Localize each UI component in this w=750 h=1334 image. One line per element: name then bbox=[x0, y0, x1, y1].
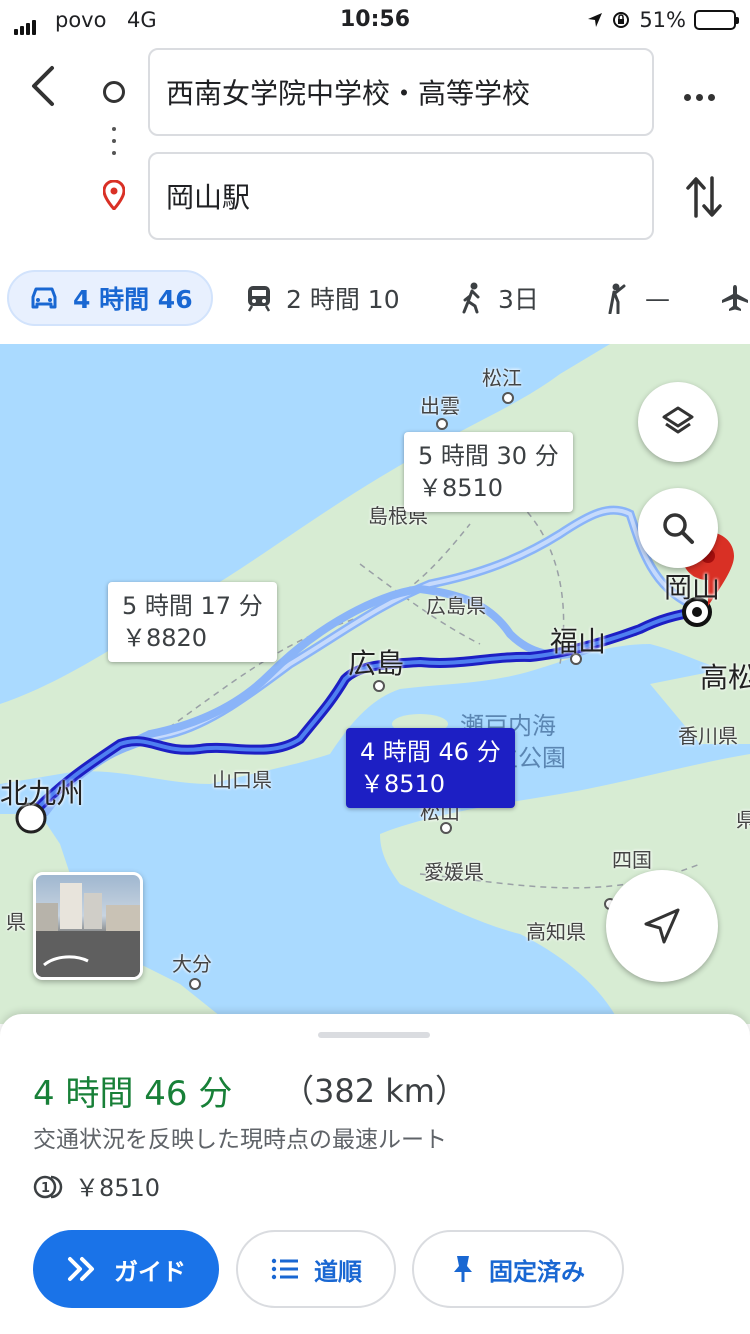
map-label-hiroshima: 広島 bbox=[348, 647, 405, 680]
guide-button-label: ガイド bbox=[114, 1257, 186, 1286]
origin-dot-icon bbox=[103, 81, 125, 103]
location-arrow-icon bbox=[588, 13, 603, 27]
svg-text:1: 1 bbox=[41, 1181, 50, 1196]
ride-icon bbox=[608, 283, 626, 314]
guide-button[interactable]: ガイド bbox=[33, 1230, 219, 1308]
steps-button[interactable]: 道順 bbox=[236, 1230, 396, 1308]
route-callout-middle[interactable]: 5 時間 17 分 ￥8820 bbox=[108, 582, 277, 662]
route-callout-north[interactable]: 5 時間 30 分 ￥8510 bbox=[404, 432, 573, 512]
more-options-button[interactable] bbox=[684, 86, 720, 105]
route-callout-middle-time: 5 時間 17 分 bbox=[122, 592, 263, 620]
walk-icon bbox=[462, 282, 480, 314]
route-callout-north-time: 5 時間 30 分 bbox=[418, 442, 559, 470]
battery-percent: 51% bbox=[639, 8, 686, 32]
street-view-image bbox=[36, 883, 140, 977]
map-label-okayama: 岡山 bbox=[664, 571, 721, 604]
pinned-button-label: 固定済み bbox=[489, 1257, 585, 1286]
swap-icon[interactable] bbox=[684, 174, 724, 220]
toll-amount: ￥8510 bbox=[75, 1174, 161, 1202]
map-label-shikoku: 四国 bbox=[612, 848, 652, 872]
toll-icon: 1 bbox=[33, 1175, 63, 1198]
search-icon bbox=[663, 513, 694, 544]
route-callout-north-toll: ￥8510 bbox=[418, 474, 504, 502]
tab-walking-label: 3日 bbox=[498, 285, 539, 314]
layers-button[interactable] bbox=[638, 382, 718, 462]
plane-icon bbox=[722, 285, 748, 311]
destination-pin-icon bbox=[103, 180, 125, 210]
origin-input[interactable]: 西南女学院中学校・高等学校 bbox=[148, 48, 654, 136]
map-label-oita: 大分 bbox=[172, 952, 212, 976]
route-callout-selected-time: 4 時間 46 分 bbox=[360, 738, 501, 766]
back-button[interactable] bbox=[26, 64, 66, 112]
navigation-arrow-icon bbox=[644, 908, 680, 944]
map-label-kitakyushu: 北九州 bbox=[0, 777, 85, 810]
tab-driving[interactable]: 4 時間 46 bbox=[7, 270, 213, 326]
sheet-drag-handle[interactable] bbox=[318, 1032, 430, 1038]
navigate-button[interactable] bbox=[606, 870, 718, 982]
tab-driving-label: 4 時間 46 bbox=[73, 285, 193, 314]
tab-ride-label: — bbox=[645, 283, 670, 313]
route-distance: （382 km） bbox=[282, 1072, 467, 1110]
route-summary-sheet: 4 時間 46 分 （382 km） 交通状況を反映した現時点の最速ルート 1 … bbox=[0, 1014, 750, 1334]
pinned-button[interactable]: 固定済み bbox=[412, 1230, 624, 1308]
layers-icon bbox=[662, 406, 694, 434]
route-connector-dots bbox=[112, 127, 116, 163]
route-callout-middle-toll: ￥8820 bbox=[122, 624, 208, 652]
route-duration: 4 時間 46 分 bbox=[33, 1074, 233, 1114]
tab-transit-label: 2 時間 10 bbox=[286, 285, 400, 314]
tab-transit[interactable]: 2 時間 10 bbox=[246, 270, 400, 326]
tab-walking[interactable]: 3日 bbox=[460, 270, 539, 326]
search-along-route-button[interactable] bbox=[638, 488, 718, 568]
route-callout-selected[interactable]: 4 時間 46 分 ￥8510 bbox=[346, 728, 515, 808]
map-label-takamatsu: 高松 bbox=[700, 661, 750, 694]
map-label-ehime: 愛媛県 bbox=[424, 860, 484, 884]
map-label-ken-left: 県 bbox=[6, 910, 26, 934]
map-label-yamaguchi: 山口県 bbox=[212, 768, 272, 792]
map-label-izumo: 出雲 bbox=[420, 394, 460, 418]
back-arrow-icon bbox=[32, 66, 54, 106]
pin-icon bbox=[454, 1256, 472, 1282]
car-icon bbox=[31, 287, 57, 309]
street-view-thumbnail[interactable] bbox=[33, 872, 143, 980]
toll-info: 1 ￥8510 bbox=[33, 1168, 160, 1203]
list-icon bbox=[271, 1258, 298, 1280]
map-label-fukuyama: 福山 bbox=[550, 625, 607, 658]
double-chevron-icon bbox=[68, 1257, 94, 1281]
map-label-matsue: 松江 bbox=[482, 366, 522, 390]
map-label-ken-right: 県 bbox=[736, 808, 750, 832]
map-label-kagawa: 香川県 bbox=[678, 724, 738, 748]
map-label-kochi: 高知県 bbox=[526, 920, 586, 944]
destination-input[interactable]: 岡山駅 bbox=[148, 152, 654, 240]
steps-button-label: 道順 bbox=[314, 1257, 362, 1286]
status-bar: povo 4G 10:56 51% bbox=[0, 0, 750, 40]
map-label-hiroshima-pref: 広島県 bbox=[426, 594, 486, 618]
route-note: 交通状況を反映した現時点の最速ルート bbox=[33, 1127, 447, 1153]
map-view[interactable]: 松江 出雲 島根県 広島県 広島 福山 岡山 高松 香川県 瀬戸内海 国立公園 … bbox=[0, 344, 750, 1024]
travel-mode-tabs: 4 時間 46 2 時間 10 3日 — bbox=[0, 270, 750, 330]
train-icon bbox=[247, 286, 271, 312]
route-callout-selected-toll: ￥8510 bbox=[360, 770, 446, 798]
battery-icon bbox=[694, 10, 739, 30]
tab-ride[interactable]: — bbox=[603, 270, 670, 326]
rotation-lock-icon bbox=[613, 12, 630, 28]
tab-flight[interactable] bbox=[720, 270, 750, 326]
